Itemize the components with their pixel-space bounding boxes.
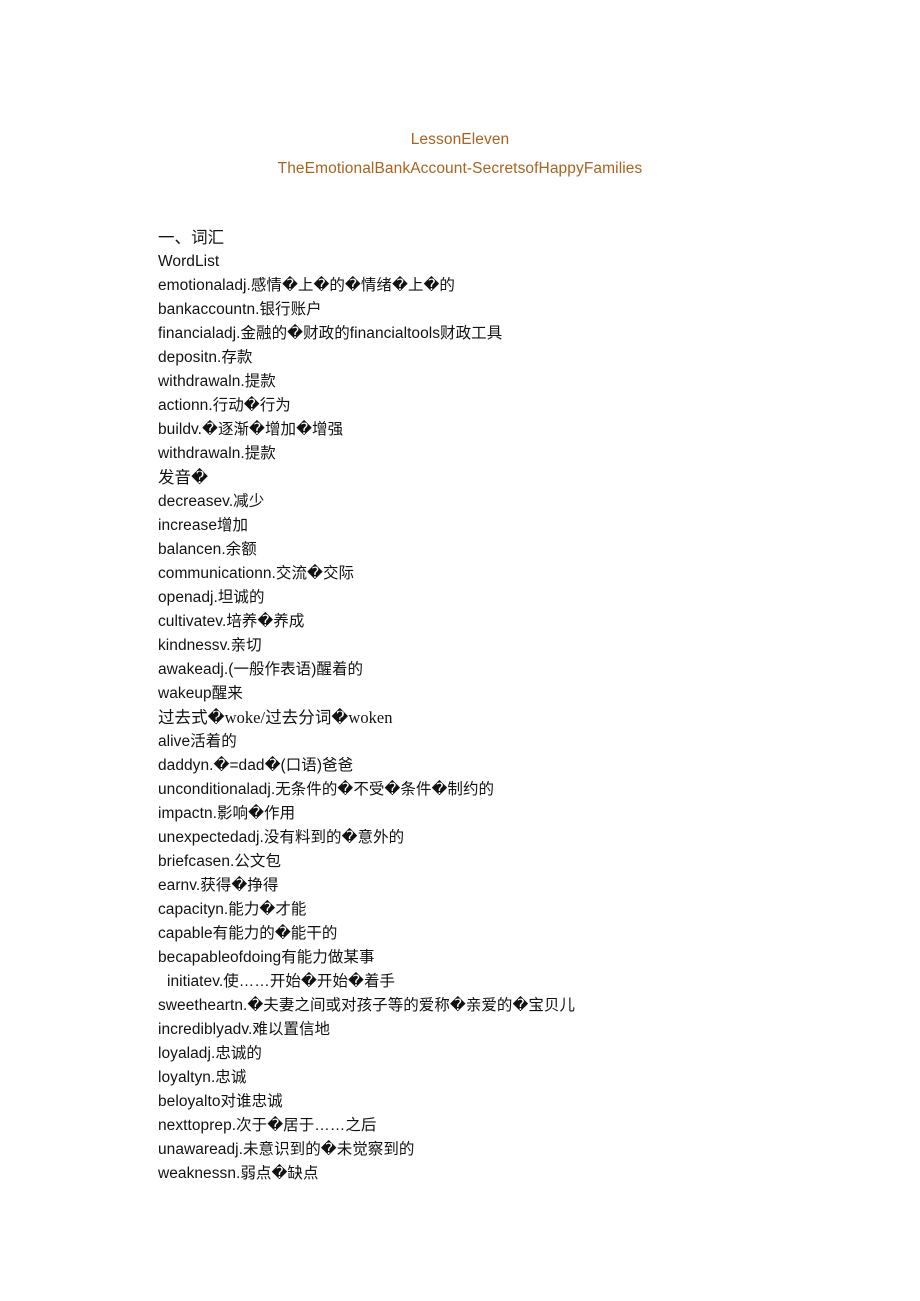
lesson-title-subtitle: TheEmotionalBankAccount-SecretsofHappyFa…: [277, 160, 643, 177]
lesson-title-primary: LessonEleven: [410, 131, 510, 148]
word-list-line: earnv.获得�挣得: [158, 877, 279, 894]
word-list-line: capacityn.能力�才能: [158, 901, 307, 918]
word-list-line: openadj.坦诚的: [158, 589, 265, 606]
word-list-line: incrediblyadv.难以置信地: [158, 1021, 331, 1038]
word-list-line: impactn.影响�作用: [158, 805, 296, 822]
word-list-line: 一、词汇: [158, 228, 225, 247]
word-list-line: weaknessn.弱点�缺点: [158, 1165, 319, 1182]
word-list-line: unexpectedadj.没有料到的�意外的: [158, 829, 405, 846]
word-list-line: sweetheartn.�夫妻之间或对孩子等的爱称�亲爱的�宝贝儿: [158, 997, 576, 1014]
document-page: LessonEleven TheEmotionalBankAccount-Sec…: [0, 0, 920, 1301]
word-list-line: daddyn.�=dad�(口语)爸爸: [158, 757, 354, 774]
word-list-line: communicationn.交流�交际: [158, 565, 355, 582]
word-list-line: buildv.�逐渐�增加�增强: [158, 421, 344, 438]
word-list-line: emotionaladj.感情�上�的�情绪�上�的: [158, 277, 455, 294]
word-list-line: withdrawaln.提款: [158, 373, 276, 390]
word-list-line: capable有能力的�能干的: [158, 925, 338, 942]
word-list-line: unawareadj.未意识到的�未觉察到的: [158, 1141, 415, 1158]
document-title-block: LessonEleven TheEmotionalBankAccount-Sec…: [0, 125, 920, 183]
word-list-line: becapableofdoing有能力做某事: [158, 949, 375, 966]
word-list-line: increase增加: [158, 517, 249, 534]
word-list-line: bankaccountn.银行账户: [158, 301, 322, 318]
word-list-line: 发音�: [158, 468, 209, 487]
word-list-line: loyaltyn.忠诚: [158, 1069, 247, 1086]
word-list-line: kindnessv.亲切: [158, 637, 262, 654]
word-list-line: WordList: [158, 253, 220, 270]
word-list-line: nexttoprep.次于�居于……之后: [158, 1117, 377, 1134]
word-list-line: loyaladj.忠诚的: [158, 1045, 262, 1062]
word-list-line: 过去式�woke/过去分词�woken: [158, 708, 393, 727]
word-list-line: depositn.存款: [158, 349, 253, 366]
word-list: 一、词汇 WordList emotionaladj.感情�上�的�情绪�上�的 ba…: [158, 226, 878, 1186]
word-list-line: cultivatev.培养�养成: [158, 613, 305, 630]
word-list-line: actionn.行动�行为: [158, 397, 291, 414]
word-list-line: briefcasen.公文包: [158, 853, 282, 870]
word-list-line: beloyalto对谁忠诚: [158, 1093, 283, 1110]
word-list-line: withdrawaln.提款: [158, 445, 276, 462]
word-list-line: awakeadj.(一般作表语)醒着的: [158, 661, 364, 678]
word-list-line: financialadj.金融的�财政的financialtools财政工具: [158, 325, 503, 342]
word-list-line: initiatev.使……开始�开始�着手: [167, 973, 396, 990]
word-list-line: balancen.余额: [158, 541, 257, 558]
word-list-line: decreasev.减少: [158, 493, 265, 510]
word-list-line: wakeup醒来: [158, 685, 243, 702]
word-list-line: alive活着的: [158, 733, 237, 750]
word-list-line: unconditionaladj.无条件的�不受�条件�制约的: [158, 781, 495, 798]
